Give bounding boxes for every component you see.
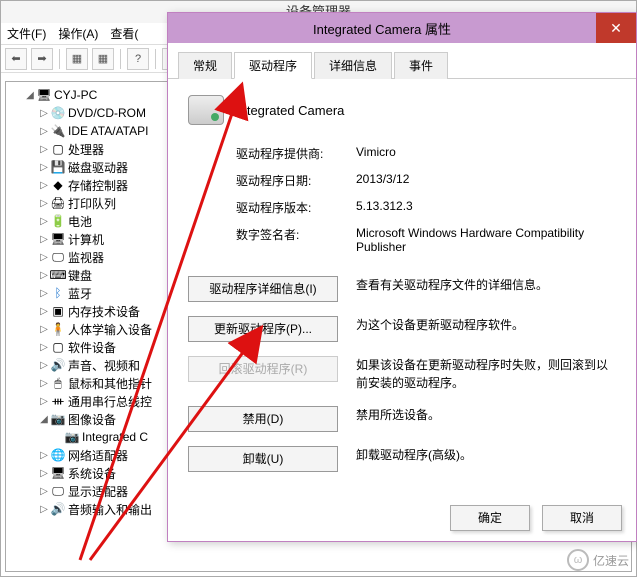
help-button[interactable]: ?	[127, 48, 149, 70]
ok-button[interactable]: 确定	[450, 505, 530, 531]
menu-action[interactable]: 操作(A)	[58, 25, 98, 42]
device-name: Integrated Camera	[236, 103, 344, 118]
tab-general[interactable]: 常规	[178, 52, 232, 79]
toolbar-btn[interactable]: ▦	[92, 48, 114, 70]
tab-driver[interactable]: 驱动程序	[234, 52, 312, 79]
date-label: 驱动程序日期:	[236, 172, 356, 189]
driver-details-button[interactable]: 驱动程序详细信息(I)	[188, 276, 338, 302]
provider-label: 驱动程序提供商:	[236, 145, 356, 162]
camera-icon	[188, 95, 224, 125]
version-label: 驱动程序版本:	[236, 199, 356, 216]
update-driver-button[interactable]: 更新驱动程序(P)...	[188, 316, 338, 342]
rollback-driver-button: 回滚驱动程序(R)	[188, 356, 338, 382]
driver-details-desc: 查看有关驱动程序文件的详细信息。	[356, 276, 616, 294]
rollback-driver-desc: 如果该设备在更新驱动程序时失败，则回滚到以前安装的驱动程序。	[356, 356, 616, 392]
watermark-icon: ω	[567, 549, 589, 571]
menu-file[interactable]: 文件(F)	[7, 25, 46, 42]
cancel-button[interactable]: 取消	[542, 505, 622, 531]
tab-bar: 常规 驱动程序 详细信息 事件	[168, 43, 636, 79]
watermark: ω 亿速云	[567, 549, 629, 571]
uninstall-desc: 卸载驱动程序(高级)。	[356, 446, 616, 464]
tab-details[interactable]: 详细信息	[314, 52, 392, 79]
signer-value: Microsoft Windows Hardware Compatibility…	[356, 226, 616, 254]
dialog-title: Integrated Camera 属性	[168, 19, 596, 38]
menu-view[interactable]: 查看(	[110, 25, 138, 42]
tab-events[interactable]: 事件	[394, 52, 448, 79]
forward-button[interactable]: ➡	[31, 48, 53, 70]
properties-dialog: Integrated Camera 属性 ✕ 常规 驱动程序 详细信息 事件 I…	[167, 12, 637, 542]
uninstall-button[interactable]: 卸载(U)	[188, 446, 338, 472]
close-button[interactable]: ✕	[596, 13, 636, 43]
version-value: 5.13.312.3	[356, 199, 616, 216]
update-driver-desc: 为这个设备更新驱动程序软件。	[356, 316, 616, 334]
dialog-titlebar[interactable]: Integrated Camera 属性 ✕	[168, 13, 636, 43]
signer-label: 数字签名者:	[236, 226, 356, 254]
disable-desc: 禁用所选设备。	[356, 406, 616, 424]
disable-button[interactable]: 禁用(D)	[188, 406, 338, 432]
date-value: 2013/3/12	[356, 172, 616, 189]
provider-value: Vimicro	[356, 145, 616, 162]
back-button[interactable]: ⬅	[5, 48, 27, 70]
toolbar-btn[interactable]: ▦	[66, 48, 88, 70]
